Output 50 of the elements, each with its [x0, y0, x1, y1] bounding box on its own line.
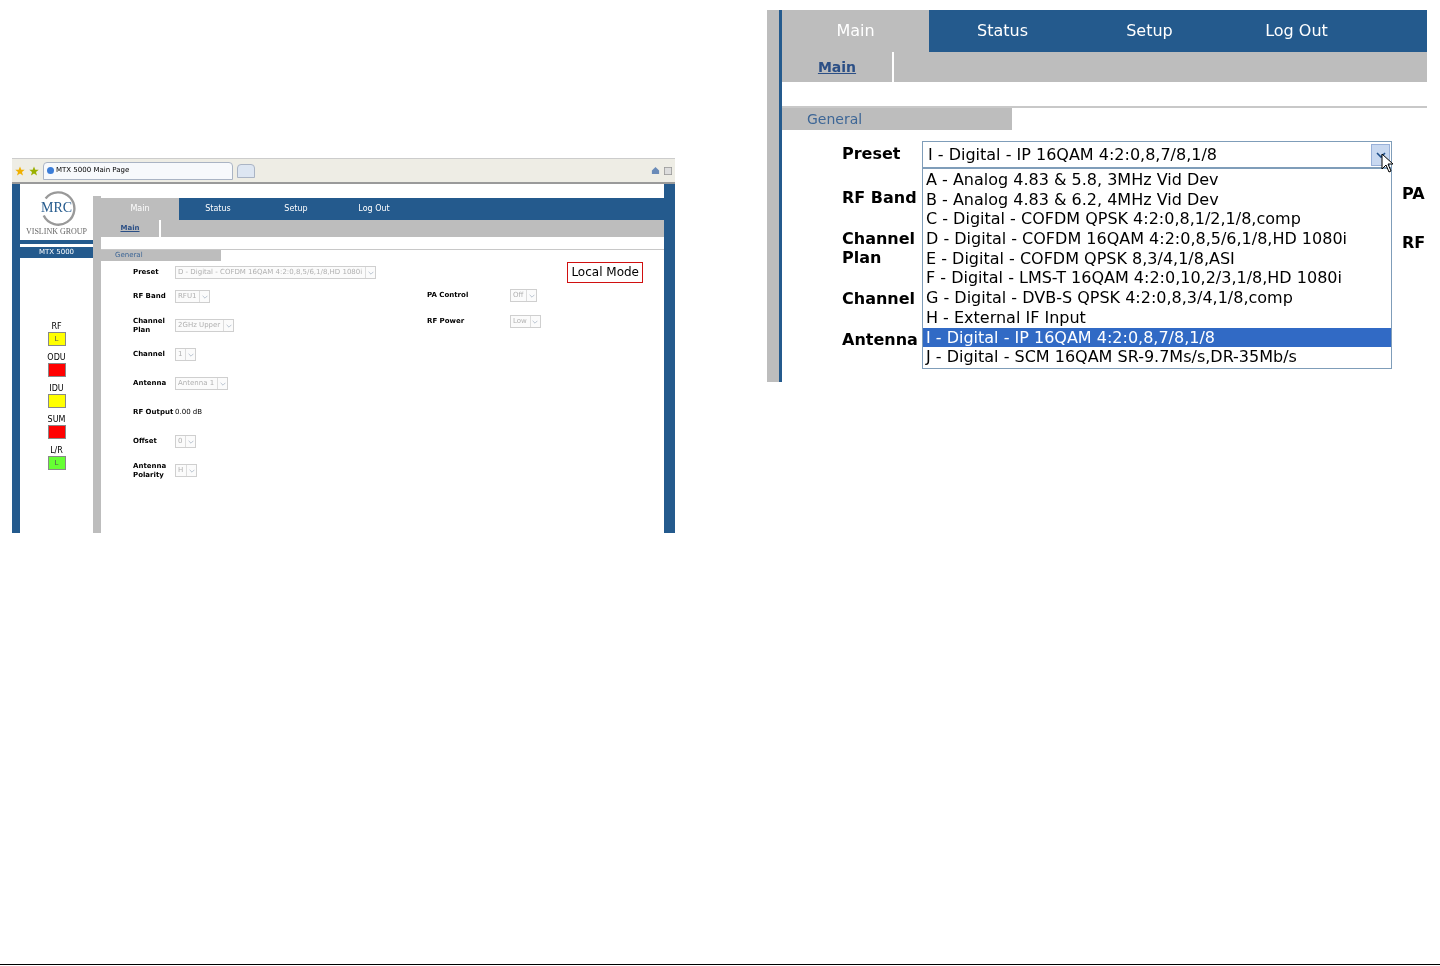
indicator-label: ODU — [47, 353, 66, 362]
field-label: PA — [1402, 184, 1426, 203]
dropdown-option[interactable]: A - Analog 4.83 & 5.8, 3MHz Vid Dev — [923, 170, 1391, 190]
dropdown-option[interactable]: H - External IF Input — [923, 307, 1391, 328]
mode-badge: Local Mode — [567, 262, 643, 283]
star-icon[interactable] — [15, 165, 25, 176]
indicator-label: RF — [51, 322, 62, 331]
chevron-down-icon — [225, 322, 232, 329]
dropdown-option[interactable]: C - Digital - COFDM QPSK 4:2:0,8,1/2,1/8,comp — [923, 209, 1391, 230]
chevron-down-icon — [201, 293, 208, 300]
chevron-down-icon — [1375, 149, 1386, 160]
home-icon[interactable] — [651, 166, 660, 175]
nav-tab[interactable]: Log Out — [335, 198, 413, 220]
nav-tab[interactable]: Log Out — [1223, 10, 1370, 52]
tab-bar — [1370, 10, 1427, 52]
nav-tab[interactable]: Status — [929, 10, 1076, 52]
dropdown-option[interactable]: G - Digital - DVB-S QPSK 4:2:0,8,3/4,1/8,comp — [923, 288, 1391, 308]
field-label: RF Band — [842, 188, 918, 207]
field-label: Antenna — [842, 330, 919, 349]
feed-icon[interactable] — [664, 166, 672, 175]
field-label: Channel Plan — [842, 229, 917, 267]
preset-dropdown[interactable]: I - Digital - IP 16QAM 4:2:0,8,7/8,1/8 — [922, 141, 1392, 168]
chevron-down-icon — [532, 318, 539, 325]
field-label: Channel — [842, 289, 917, 308]
dropdown-option[interactable]: I - Digital - IP 16QAM 4:2:0,8,7/8,1/8 — [923, 327, 1391, 348]
chevron-down-icon — [367, 269, 374, 276]
logo-text: MRC — [40, 199, 73, 217]
nav-tab[interactable]: Status — [179, 198, 257, 220]
logo-subtitle: VISLINK GROUP — [25, 226, 88, 236]
chevron-down-icon — [187, 438, 194, 445]
new-tab-button[interactable] — [237, 163, 255, 178]
dropdown-option[interactable]: F - Digital - LMS-T 16QAM 4:2:0,10,2/3,1/8,HD 1080i — [923, 268, 1391, 289]
nav-tab[interactable]: Setup — [1076, 10, 1223, 52]
subtab-link[interactable]: Main — [817, 56, 857, 78]
dropdown-option[interactable]: D - Digital - COFDM 16QAM 4:2:0,8,5/6,1/8,HD 1080i — [923, 229, 1391, 249]
chevron-down-icon — [188, 467, 195, 474]
globe-icon — [47, 167, 54, 174]
dropdown-option[interactable]: E - Digital - COFDM QPSK 8,3/4,1/8,ASI — [923, 248, 1391, 269]
nav-tab[interactable]: Setup — [257, 198, 335, 220]
chevron-down-icon — [219, 380, 226, 387]
field-label: Preset — [842, 143, 902, 165]
indicator-label: IDU — [49, 384, 64, 393]
indicator-label: L/R — [50, 446, 63, 455]
dropdown-option[interactable]: J - Digital - SCM 16QAM SR-9.7Ms/s,DR-35Mb/s — [923, 347, 1391, 367]
chevron-down-icon — [528, 292, 535, 299]
field-label: RF — [1402, 233, 1426, 252]
chevron-down-icon — [187, 351, 194, 358]
star-add-icon[interactable] — [29, 165, 39, 176]
indicator-label: SUM — [47, 415, 66, 424]
dropdown-option[interactable]: B - Analog 4.83 & 6.2, 4MHz Vid Dev — [923, 189, 1391, 210]
